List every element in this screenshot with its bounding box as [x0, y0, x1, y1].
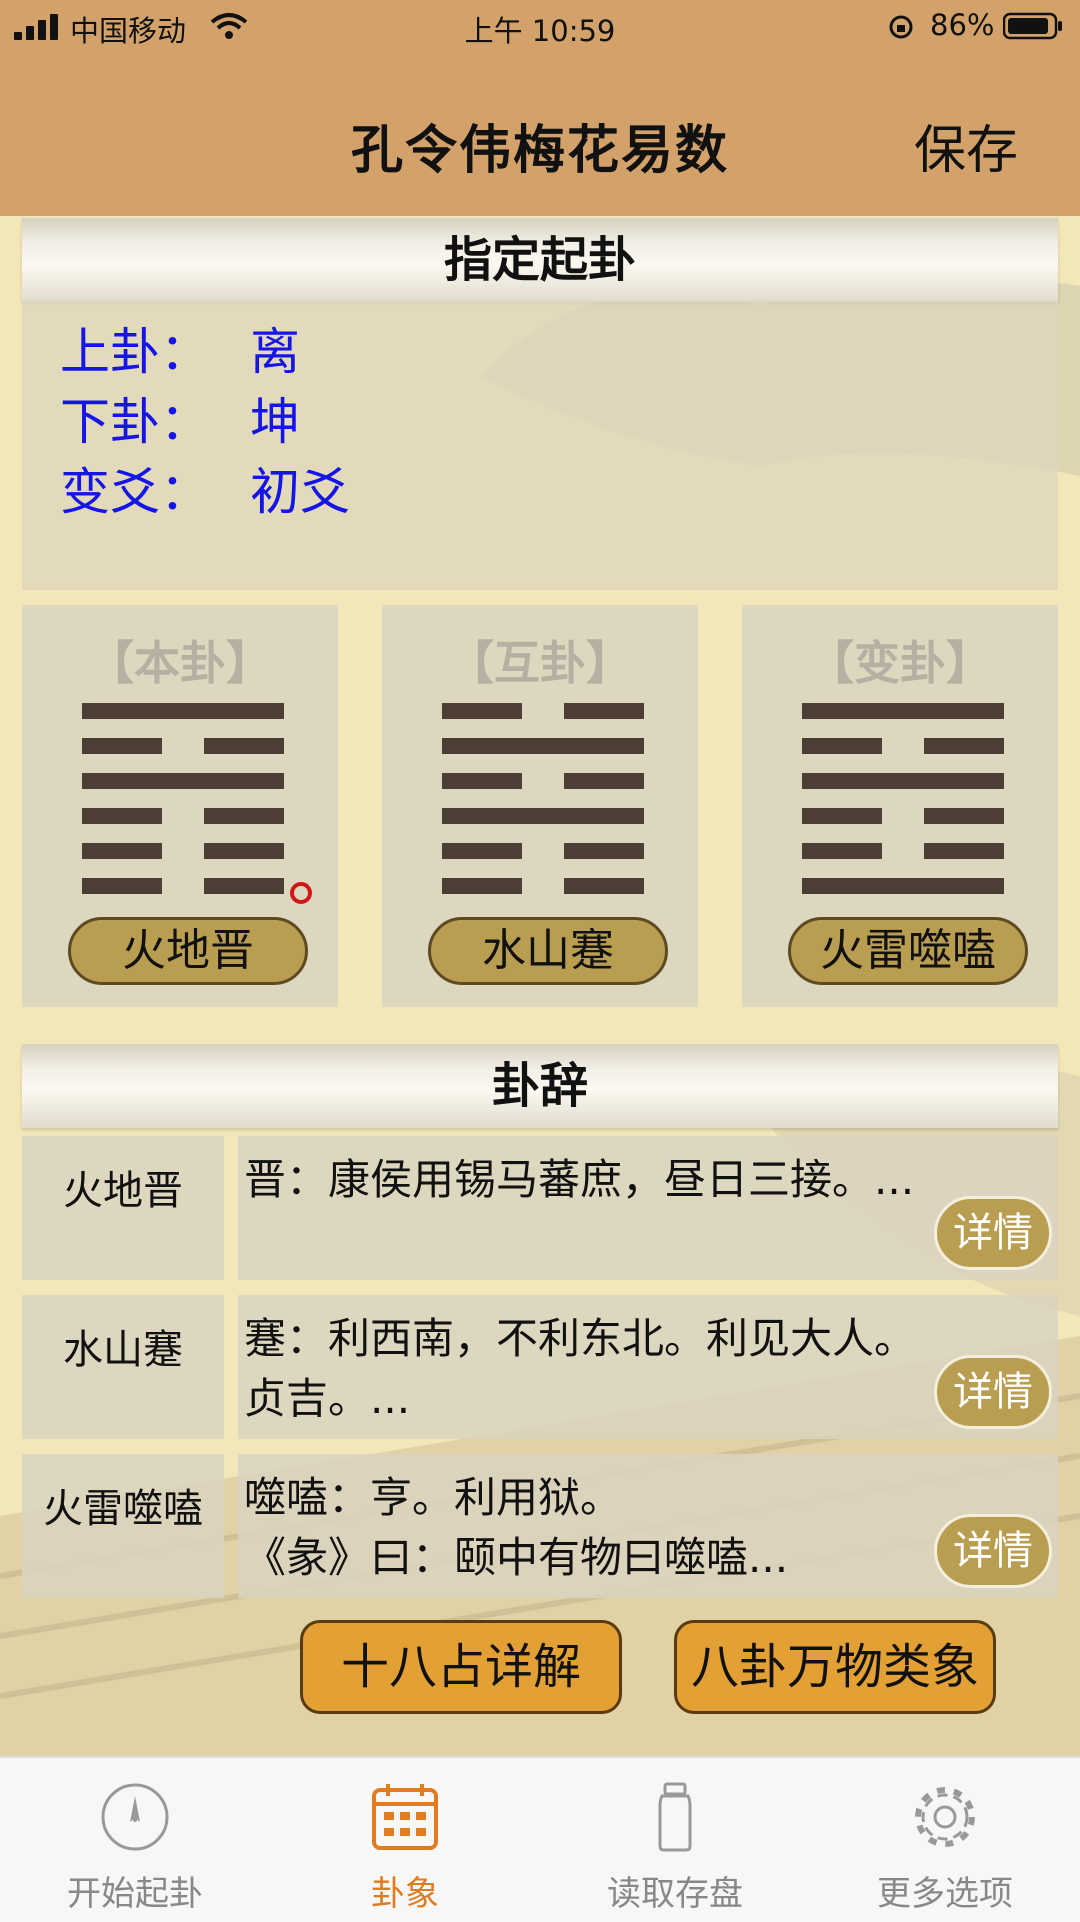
upper-trigram-label: 上卦： [60, 323, 210, 381]
moving-line-label: 变爻： [60, 463, 210, 521]
eighteen-readings-button[interactable]: 十八占详解 [300, 1620, 622, 1714]
hexagram-name-button[interactable]: 火雷噬嗑 [788, 917, 1028, 985]
changed-hexagram-card: 【变卦】 火雷噬嗑 [742, 605, 1058, 1007]
compass-icon [101, 1783, 169, 1851]
upper-trigram-value: 离 [250, 323, 300, 381]
yang-line [442, 808, 644, 824]
yin-line-segment [442, 773, 522, 789]
moving-line-row: 变爻： 初爻 [60, 452, 350, 522]
yin-line-segment [564, 878, 644, 894]
judgment-row: 水山蹇 蹇：利西南，不利东北。利见大人。贞吉。... 详情 [22, 1295, 1058, 1439]
yin-line-segment [82, 738, 162, 754]
judgment-text: 晋：康侯用锡马蕃庶，昼日三接。... [238, 1136, 1058, 1280]
judgment-text-content: 蹇：利西南，不利东北。利见大人。贞吉。... [244, 1314, 917, 1423]
detail-button[interactable]: 详情 [934, 1355, 1052, 1429]
upper-trigram-row: 上卦： 离 [60, 312, 300, 382]
judgment-row: 火地晋 晋：康侯用锡马蕃庶，昼日三接。... 详情 [22, 1136, 1058, 1280]
yin-line-segment [802, 843, 882, 859]
nav-bar: 孔令伟梅花易数 保存 [0, 52, 1080, 216]
tab-start-divination[interactable]: 开始起卦 [0, 1758, 270, 1922]
yin-line-segment [82, 878, 162, 894]
hexagram-name-button[interactable]: 水山蹇 [428, 917, 668, 985]
tab-label: 开始起卦 [67, 1874, 203, 1914]
yin-line-segment [442, 703, 522, 719]
yang-line [82, 703, 284, 719]
designation-header: 指定起卦 [22, 218, 1058, 302]
judgment-row: 火雷噬嗑 噬嗑：亨。利用狱。 《彖》曰：颐中有物曰噬嗑... 详情 [22, 1454, 1058, 1598]
yin-line-segment [82, 808, 162, 824]
tab-more-options[interactable]: 更多选项 [810, 1758, 1080, 1922]
hexagram-lines [802, 703, 1004, 895]
tab-hexagram[interactable]: 卦象 [270, 1758, 540, 1922]
tab-label: 更多选项 [877, 1874, 1013, 1914]
tab-bar: 开始起卦 卦象 读取存盘 更多选项 [0, 1756, 1080, 1922]
card-title: 【本卦】 [88, 636, 272, 690]
lower-trigram-row: 下卦： 坤 [60, 382, 300, 452]
yang-line [82, 773, 284, 789]
yin-line-segment [924, 738, 1004, 754]
yin-line-segment [442, 878, 522, 894]
battery-percent: 86% [930, 8, 995, 42]
hexagram-lines [82, 703, 312, 904]
detail-button[interactable]: 详情 [934, 1514, 1052, 1588]
yang-line [802, 773, 1004, 789]
tab-label: 读取存盘 [607, 1874, 743, 1914]
lower-trigram-label: 下卦： [60, 393, 210, 451]
lower-trigram-value: 坤 [250, 393, 300, 451]
tab-load-save[interactable]: 读取存盘 [540, 1758, 810, 1922]
yang-line [802, 878, 1004, 894]
judgment-name: 水山蹇 [22, 1295, 224, 1439]
judgment-name: 火雷噬嗑 [22, 1454, 224, 1598]
battery-icon [1003, 12, 1062, 40]
status-bar: 中国移动 上午 10:59 86% [0, 0, 1080, 52]
tab-label: 卦象 [371, 1874, 439, 1914]
yin-line-segment [204, 843, 284, 859]
yin-line-segment [204, 808, 284, 824]
designation-panel: 上卦： 离 下卦： 坤 变爻： 初爻 [22, 300, 1058, 590]
yin-line-segment [564, 703, 644, 719]
yin-line-segment [924, 843, 1004, 859]
judgment-text-content: 噬嗑：亨。利用狱。 《彖》曰：颐中有物曰噬嗑... [244, 1473, 789, 1582]
hexagram-lines [442, 703, 644, 895]
card-title: 【变卦】 [808, 636, 992, 690]
yin-line-segment [564, 773, 644, 789]
yin-line-segment [924, 808, 1004, 824]
hexagram-name-button[interactable]: 火地晋 [68, 917, 308, 985]
yin-line-segment [564, 843, 644, 859]
clock: 上午 10:59 [464, 14, 616, 48]
bagua-symbols-button[interactable]: 八卦万物类象 [674, 1620, 996, 1714]
moving-line-value: 初爻 [250, 463, 350, 521]
bottle-icon [658, 1782, 692, 1852]
save-button[interactable]: 保存 [914, 108, 1018, 183]
detail-button[interactable]: 详情 [934, 1196, 1052, 1270]
rotation-lock-icon [889, 15, 913, 39]
yin-line-segment [802, 738, 882, 754]
card-title: 【互卦】 [448, 636, 632, 690]
moving-line-marker [290, 882, 312, 904]
judgments-header: 卦辞 [22, 1044, 1058, 1128]
original-hexagram-card: 【本卦】 火地晋 [22, 605, 338, 1007]
yin-line-segment [204, 738, 284, 754]
judgment-name: 火地晋 [22, 1136, 224, 1280]
yang-line [802, 703, 1004, 719]
nuclear-hexagram-card: 【互卦】 水山蹇 [382, 605, 698, 1007]
judgment-text: 蹇：利西南，不利东北。利见大人。贞吉。... [238, 1295, 1058, 1439]
yin-line-segment [204, 878, 284, 894]
judgment-text: 噬嗑：亨。利用狱。 《彖》曰：颐中有物曰噬嗑... [238, 1454, 1058, 1598]
judgment-text-content: 晋：康侯用锡马蕃庶，昼日三接。... [244, 1155, 915, 1204]
calendar-icon [372, 1784, 438, 1850]
gear-icon [915, 1787, 975, 1847]
yang-line [442, 738, 644, 754]
yin-line-segment [802, 808, 882, 824]
yin-line-segment [442, 843, 522, 859]
yin-line-segment [82, 843, 162, 859]
